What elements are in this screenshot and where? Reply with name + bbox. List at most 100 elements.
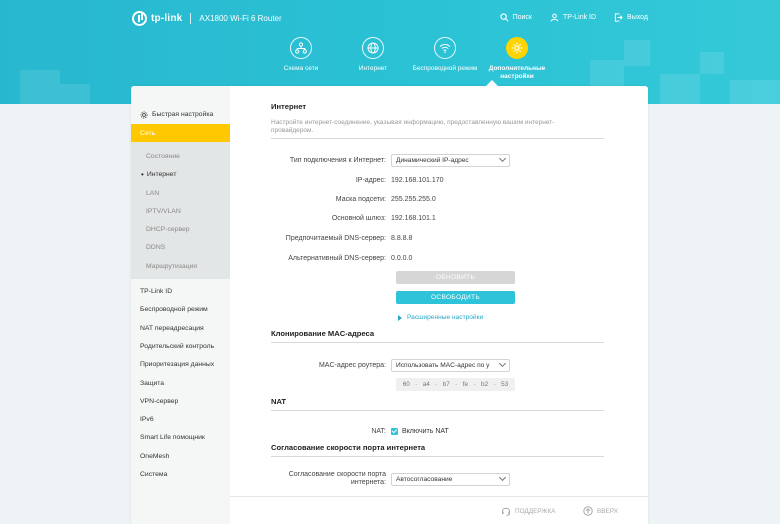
nat-label: NAT: [371,427,386,435]
sidebar-item-iptv-vlan[interactable]: IPTV/VLAN [131,202,230,220]
sidebar-item-vpn-server[interactable]: VPN-сервер [131,392,230,410]
search-label: Поиск [512,14,532,21]
sidebar-item-network-label: Сеть [140,129,156,137]
globe-icon [367,42,379,54]
nat-row: NAT: Включить NAT [271,424,604,438]
chevron-down-icon [498,154,507,163]
renew-button[interactable]: ОБНОВИТЬ [396,271,515,284]
internet-section-description: Настройте интернет-соединение, указывая … [271,119,555,135]
support-link[interactable]: ПОДДЕРЖКА [501,506,555,516]
nav-internet-circle [362,37,384,59]
enable-nat-label: Включить NAT [402,427,449,435]
dns2-row: Альтернативный DNS-сервер: 0.0.0.0 [271,251,604,265]
sidebar-item-status[interactable]: Состояние [131,147,230,165]
mac-sep: - [435,381,438,388]
dns1-value: 8.8.8.8 [391,234,413,242]
expand-triangle-icon [398,314,402,321]
internet-section-title: Интернет [271,102,307,111]
sidebar-item-smart-life[interactable]: Smart Life помощник [131,429,230,447]
mask-row: Маска подсети: 255.255.255.0 [271,192,604,206]
dns2-value: 0.0.0.0 [391,254,413,262]
logo-separator [190,12,192,24]
logout-label: Выход [627,14,648,21]
mac-octet-1: 60 [402,381,410,388]
mac-address-field: 60- a4- b7- fe - b2- 53 [396,378,515,391]
top-links: Поиск TP-Link ID Выход [499,13,648,22]
nav-network-map[interactable]: Схема сети [268,37,334,81]
mac-clone-divider [271,342,604,343]
sidebar-item-ipv6[interactable]: IPv6 [131,410,230,428]
sidebar-item-internet[interactable]: Интернет [131,166,230,184]
port-speed-label-line1: Согласование скорости порта [288,471,386,478]
sidebar-network-submenu: Состояние Интернет LAN IPTV/VLAN DHCP-се… [131,142,230,280]
port-speed-label: Согласование скорости порта интернета: [271,471,391,487]
connection-type-label: Тип подключения к Интернет: [289,156,386,164]
dns1-row: Предпочитаемый DNS-сервер: 8.8.8.8 [271,231,604,245]
tplink-id-label: TP-Link ID [562,14,597,21]
dns1-label: Предпочитаемый DNS-сервер: [285,234,386,242]
nav-advanced[interactable]: Дополнительные настройки [484,37,550,81]
ip-label: IP-адрес: [355,176,386,184]
nav-network-map-label: Схема сети [283,65,319,72]
sidebar-item-security[interactable]: Защита [131,374,230,392]
port-speed-section-title: Согласование скорости порта интернета [271,443,426,452]
gateway-row: Основной шлюз: 192.168.101.1 [271,211,604,225]
nav-internet-label: Интернет [358,65,388,72]
router-mac-value: Использовать MAC-адрес по у [396,361,490,369]
network-map-icon [295,42,307,54]
nav-advanced-circle [506,37,528,59]
mask-label: Маска подсети: [335,195,386,203]
mac-octet-5: b2 [481,381,489,388]
settings-panel: Быстрая настройка Сеть Состояние Интерне… [131,86,648,524]
ip-row: IP-адрес: 192.168.101.170 [271,173,604,187]
main-navigation: Схема сети Интернет Беспроводной режим Д… [268,37,550,81]
sidebar-item-system[interactable]: Система [131,465,230,483]
sidebar-item-nat-forwarding[interactable]: NAT переадресация [131,319,230,337]
logout-link[interactable]: Выход [614,13,648,22]
headset-icon [502,507,510,516]
mac-octet-2: a4 [422,381,430,388]
nav-internet[interactable]: Интернет [340,37,406,81]
sidebar-item-qos[interactable]: Приоритезация данных [131,356,230,374]
back-to-top-link[interactable]: ВВЕРХ [583,506,618,516]
tplink-id-link[interactable]: TP-Link ID [550,13,596,22]
sidebar-item-quick-setup-label: Быстрая настройка [152,111,214,118]
sidebar-item-dhcp-server[interactable]: DHCP-сервер [131,220,230,238]
sidebar-item-onemesh[interactable]: OneMesh [131,447,230,465]
support-label: ПОДДЕРЖКА [515,507,556,515]
sidebar-item-tplink-id[interactable]: TP-Link ID [131,282,230,300]
router-model: AX1800 Wi-Fi 6 Router [199,13,282,23]
advanced-settings-link[interactable]: Расширенные настройки [398,314,483,321]
sidebar-item-routing[interactable]: Маршрутизация [131,257,230,275]
gateway-value: 192.168.101.1 [391,214,436,222]
brand-name: tp-link [151,12,183,24]
nav-wireless[interactable]: Беспроводной режим [412,37,478,81]
tp-link-logo[interactable]: tp-link AX1800 Wi-Fi 6 Router [132,9,282,27]
sidebar-item-quick-setup[interactable]: Быстрая настройка [131,105,230,124]
sidebar-item-ddns[interactable]: DDNS [131,239,230,257]
tp-link-logo-icon [132,10,147,26]
nav-advanced-label: Дополнительные настройки [488,65,546,80]
chevron-down-icon [498,359,507,368]
sidebar-item-network[interactable]: Сеть [131,124,230,143]
enable-nat-checkbox[interactable]: Включить NAT [391,427,449,435]
mac-sep: - [493,381,496,388]
nat-divider [271,410,604,411]
sidebar-item-wireless[interactable]: Беспроводной режим [131,301,230,319]
router-mac-select[interactable]: Использовать MAC-адрес по у [391,358,510,372]
mac-sep: - [415,381,418,388]
search-link[interactable]: Поиск [499,13,532,22]
release-button[interactable]: ОСВОБОДИТЬ [396,291,515,304]
mac-octet-6: 53 [501,381,509,388]
gear-icon [511,42,523,54]
sidebar-item-parental-controls[interactable]: Родительский контроль [131,337,230,355]
checkmark-icon [391,427,398,435]
wifi-icon [439,43,451,53]
connection-type-select[interactable]: Динамический IP-адрес [391,153,510,167]
sidebar: Быстрая настройка Сеть Состояние Интерне… [131,86,230,524]
sidebar-item-lan[interactable]: LAN [131,184,230,202]
mac-octet-3: b7 [442,381,450,388]
mac-octet-4: fe [462,381,469,388]
user-icon [550,13,559,22]
port-speed-select[interactable]: Автосогласование [391,472,510,486]
